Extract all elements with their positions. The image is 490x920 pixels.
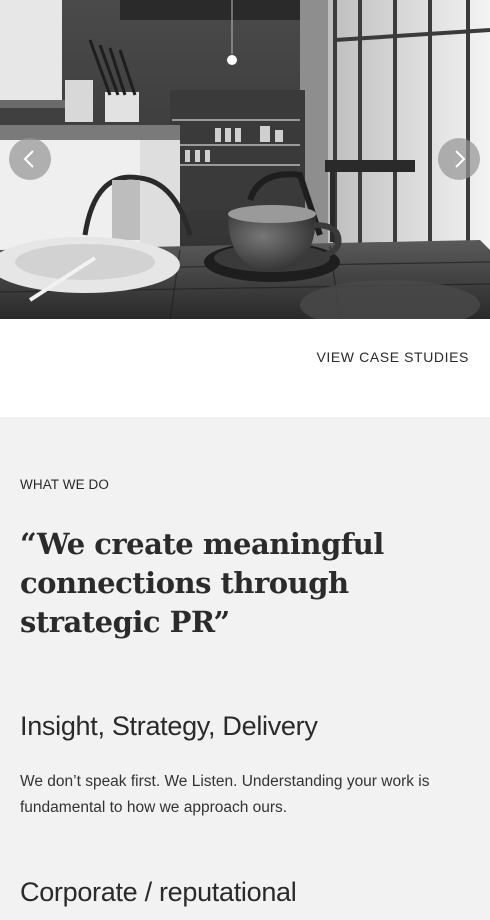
- carousel-prev-button[interactable]: [9, 138, 51, 180]
- hero-carousel: [0, 0, 490, 319]
- what-we-do-section: WHAT WE DO “We create meaningful connect…: [0, 417, 490, 920]
- carousel-next-button[interactable]: [438, 138, 480, 180]
- view-case-studies-link[interactable]: VIEW CASE STUDIES: [316, 349, 469, 365]
- service-title-corporate: Corporate / reputational: [20, 877, 297, 907]
- service-title-insight: Insight, Strategy, Delivery: [20, 711, 318, 741]
- chevron-left-icon: [23, 150, 34, 168]
- service-description-insight: We don’t speak first. We Listen. Underst…: [20, 773, 430, 816]
- section-label: WHAT WE DO: [20, 477, 109, 492]
- cta-strip: VIEW CASE STUDIES: [0, 319, 490, 417]
- chevron-right-icon: [455, 150, 466, 168]
- mission-quote: “We create meaningful connections throug…: [20, 527, 384, 639]
- hero-image: [0, 0, 490, 319]
